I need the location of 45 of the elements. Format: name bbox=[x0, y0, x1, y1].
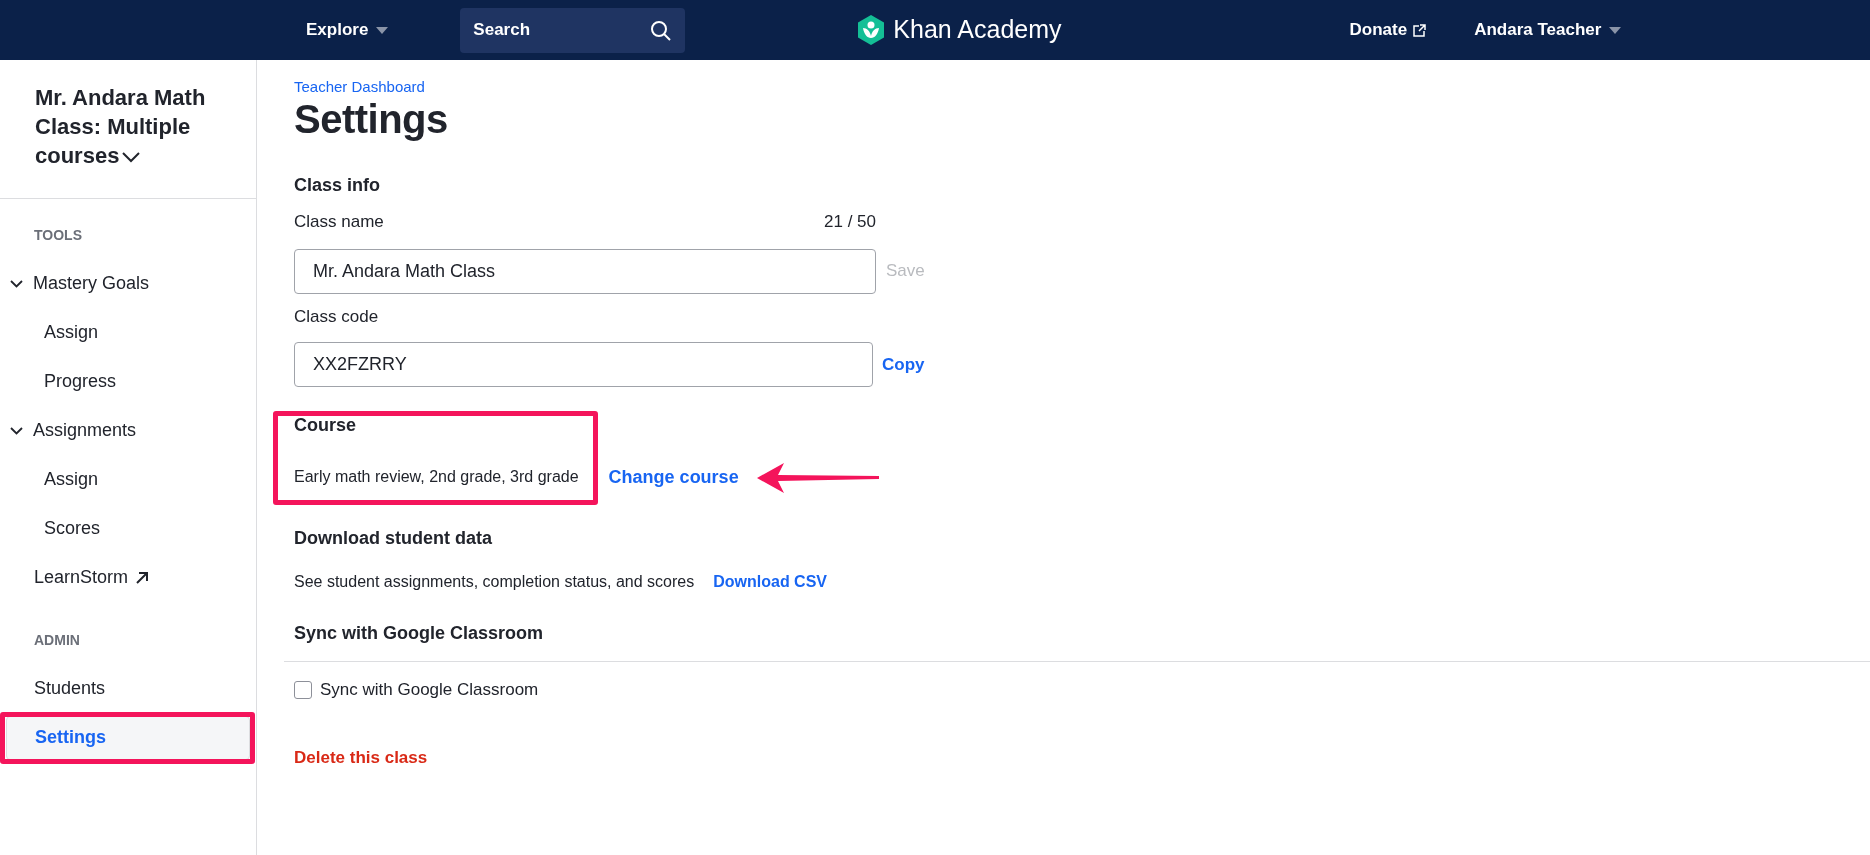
breadcrumb-link[interactable]: Teacher Dashboard bbox=[294, 78, 1870, 96]
checkbox[interactable] bbox=[294, 680, 312, 699]
sidebar-item[interactable]: Scores bbox=[6, 506, 250, 551]
chevron-down-icon bbox=[10, 426, 23, 435]
caret-icon bbox=[1609, 26, 1622, 34]
section-heading: TOOLS bbox=[33, 226, 83, 245]
section-heading: Class info bbox=[294, 174, 382, 197]
search-field[interactable]: Search bbox=[460, 7, 686, 53]
class-name-input[interactable]: Mr. Andara Math Class bbox=[294, 248, 876, 294]
section-heading: Course bbox=[294, 414, 357, 437]
section-heading: Download student data bbox=[294, 527, 493, 550]
class-selector[interactable]: Mr. Andara Math Class: Multiple courses bbox=[35, 83, 225, 170]
sidebar-group-toggle[interactable]: Assignments bbox=[0, 406, 244, 455]
logo-icon bbox=[857, 15, 886, 45]
caret-icon bbox=[376, 26, 389, 34]
explore-menu[interactable]: Explore bbox=[306, 17, 389, 43]
sidebar-item[interactable]: Assign bbox=[6, 457, 250, 502]
section-heading: Sync with Google Classroom bbox=[294, 622, 545, 645]
sidebar-item[interactable]: LearnStorm bbox=[6, 555, 250, 600]
delete-class-link[interactable]: Delete this class bbox=[294, 744, 428, 770]
field-label: Class name bbox=[294, 211, 384, 233]
checkbox-label[interactable]: Sync with Google Classroom bbox=[320, 677, 539, 703]
course-list: Early math review, 2nd grade, 3rd grade bbox=[294, 465, 579, 489]
user-menu[interactable]: Andara Teacher bbox=[1474, 17, 1622, 43]
sidebar-item[interactable]: Progress bbox=[6, 359, 250, 404]
page-title: Settings bbox=[294, 96, 449, 142]
description-text: See student assignments, completion status, and scores bbox=[294, 572, 695, 592]
donate-link[interactable]: Donate bbox=[1349, 17, 1427, 43]
field-label: Class code bbox=[294, 305, 380, 328]
logo-text[interactable]: Khan Academy bbox=[893, 11, 1062, 49]
chevron-down-icon bbox=[10, 279, 23, 288]
external-arrow-icon bbox=[135, 570, 149, 585]
copy-button[interactable]: Copy bbox=[882, 351, 925, 378]
search-icon bbox=[650, 19, 673, 42]
change-course-link[interactable]: Change course bbox=[608, 464, 739, 491]
sidebar-group-toggle[interactable]: Mastery Goals bbox=[0, 259, 244, 308]
section-heading: ADMIN bbox=[33, 631, 81, 650]
class-code-input[interactable]: XX2FZRRY bbox=[294, 342, 873, 387]
download-csv-link[interactable]: Download CSV bbox=[713, 570, 827, 594]
sidebar-item[interactable]: Students bbox=[6, 666, 250, 711]
external-link-icon bbox=[1413, 23, 1427, 37]
chevron-down-icon bbox=[122, 151, 141, 163]
sidebar-item[interactable]: Settings bbox=[6, 715, 250, 760]
character-count: 21 / 50 bbox=[824, 211, 876, 233]
sidebar-item[interactable]: Assign bbox=[6, 310, 250, 355]
